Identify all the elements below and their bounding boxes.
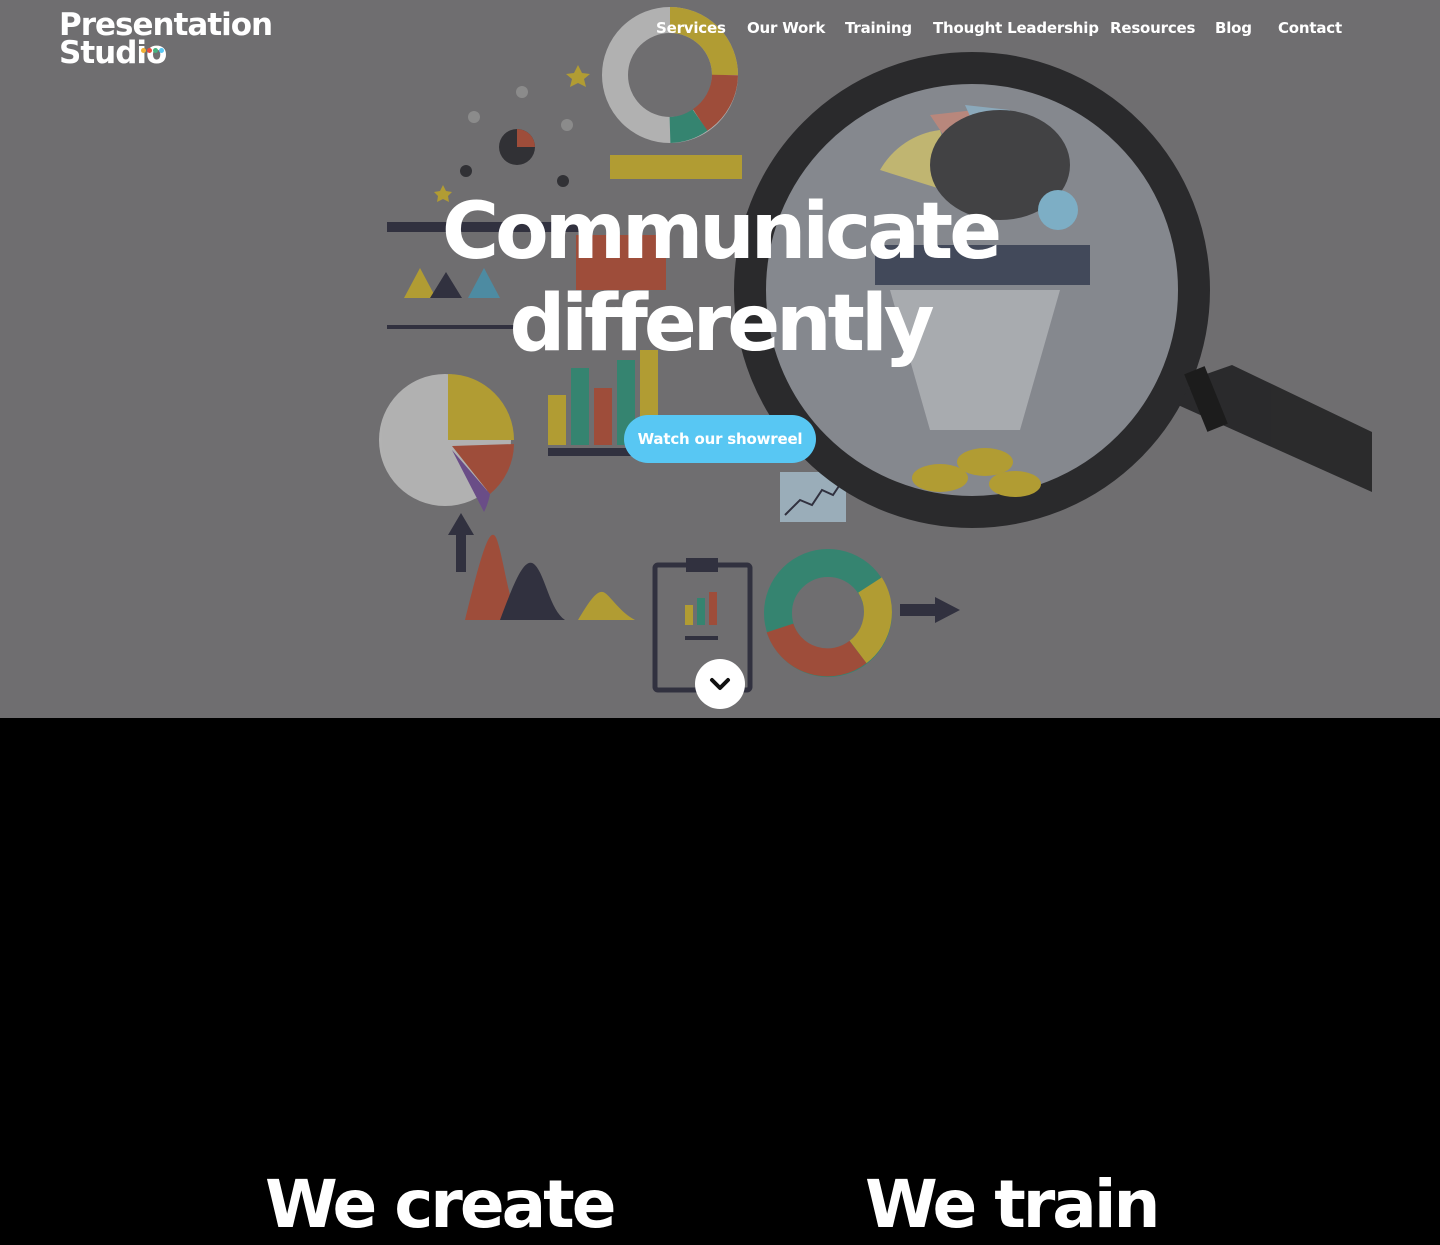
we-create-heading: We create xyxy=(265,1166,616,1243)
we-train-heading: We train xyxy=(865,1166,1160,1243)
hero-headline-line2: differently xyxy=(509,279,934,369)
chevron-down-icon xyxy=(710,678,730,690)
scroll-down-button[interactable] xyxy=(695,659,745,709)
nav-item-our-work[interactable]: Our Work xyxy=(747,19,825,37)
logo-dot xyxy=(141,48,146,53)
nav-item-training[interactable]: Training xyxy=(845,19,912,37)
logo-dot xyxy=(153,48,158,53)
hero: Presentation Studio Services Our Work Tr… xyxy=(0,0,1440,718)
nav-item-resources[interactable]: Resources xyxy=(1110,19,1195,37)
logo[interactable]: Presentation Studio xyxy=(59,8,273,70)
nav-item-services[interactable]: Services xyxy=(656,19,726,37)
logo-dots xyxy=(141,38,165,57)
nav-item-contact[interactable]: Contact xyxy=(1278,19,1342,37)
watch-showreel-button[interactable]: Watch our showreel xyxy=(624,415,816,463)
services-section xyxy=(0,718,1440,1235)
hero-headline-line1: Communicate xyxy=(441,187,1002,277)
logo-dot xyxy=(147,48,152,53)
nav-item-blog[interactable]: Blog xyxy=(1215,19,1252,37)
logo-dot xyxy=(159,48,164,53)
nav-item-thought-leadership[interactable]: Thought Leadership xyxy=(933,19,1099,37)
